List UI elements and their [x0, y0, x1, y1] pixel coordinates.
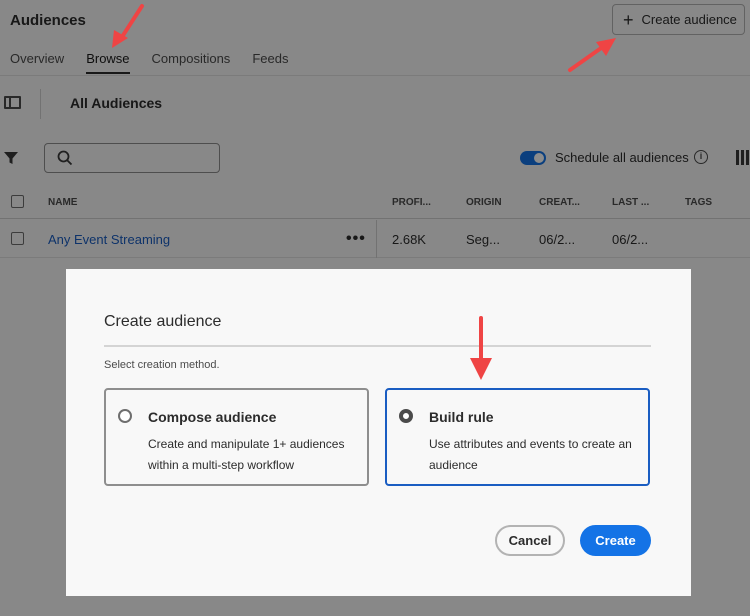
option-title: Build rule	[429, 409, 494, 425]
radio-compose[interactable]	[118, 409, 132, 423]
option-description: Use attributes and events to create an a…	[429, 437, 632, 472]
dialog-divider	[104, 345, 651, 347]
dialog-subtitle: Select creation method.	[104, 359, 220, 371]
create-button[interactable]: Create	[580, 525, 651, 556]
option-compose-audience[interactable]: Compose audience Create and manipulate 1…	[104, 388, 369, 486]
create-audience-dialog: Create audience Select creation method. …	[66, 269, 691, 596]
option-build-rule[interactable]: Build rule Use attributes and events to …	[385, 388, 650, 486]
radio-build-rule[interactable]	[399, 409, 413, 423]
option-title: Compose audience	[148, 409, 277, 425]
dialog-title: Create audience	[104, 313, 222, 330]
cancel-button[interactable]: Cancel	[495, 525, 565, 556]
option-description: Create and manipulate 1+ audiences withi…	[148, 437, 345, 472]
